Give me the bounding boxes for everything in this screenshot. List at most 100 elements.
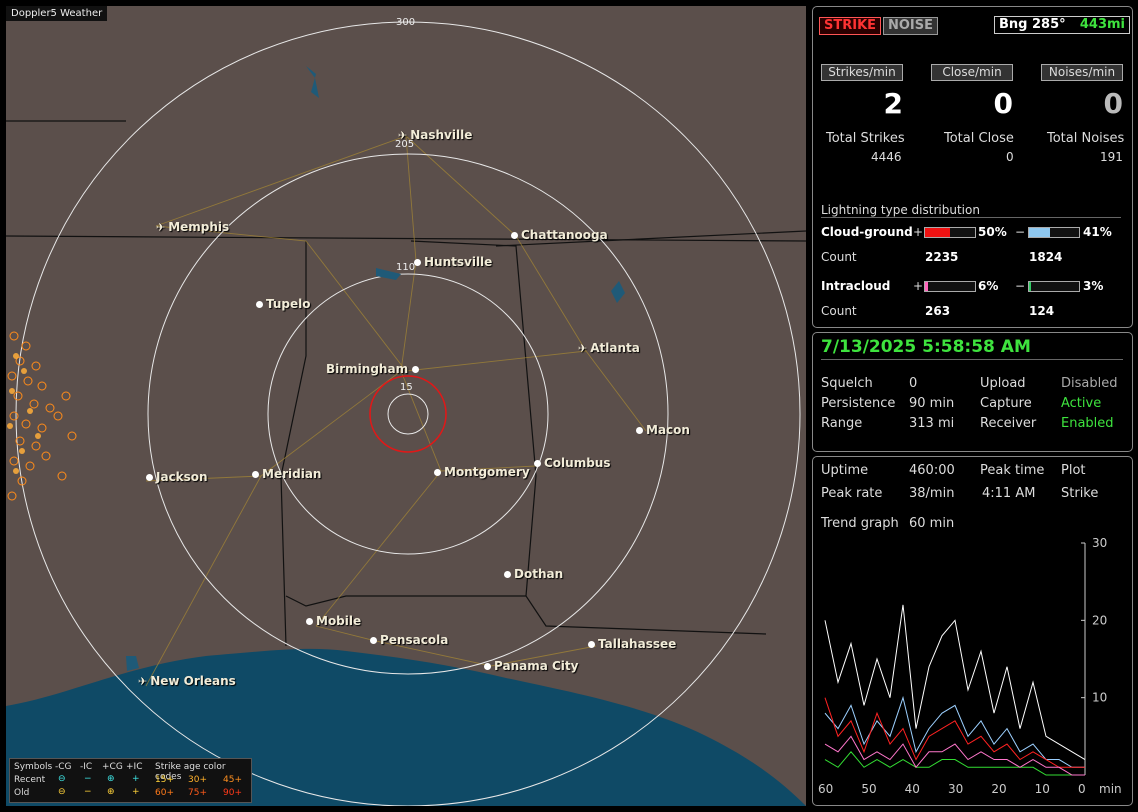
peak-rate-label: Peak rate	[821, 486, 883, 501]
squelch-value: 0	[909, 376, 918, 391]
cg-neg-pct: 41%	[1083, 225, 1112, 239]
cg-pos-count: 2235	[925, 250, 959, 264]
city-chattanooga: Chattanooga	[511, 228, 608, 242]
airport-icon: ✈	[398, 129, 408, 142]
range-label: Range	[821, 416, 863, 431]
city-huntsville: Huntsville	[414, 255, 492, 269]
city-label: Atlanta	[590, 341, 640, 355]
city-label: Dothan	[514, 567, 564, 581]
city-label: Tallahassee	[598, 637, 677, 651]
x-tick-label: 50	[861, 782, 876, 796]
bearing-value: Bng 285°	[999, 17, 1066, 32]
city-pensacola: Pensacola	[370, 633, 448, 647]
trend-value: 60 min	[909, 516, 955, 531]
cg-count-label: Count	[821, 250, 857, 264]
receiver-value: Enabled	[1061, 416, 1114, 431]
city-dot	[306, 618, 313, 625]
city-dothan: Dothan	[504, 567, 563, 581]
plot-value[interactable]: Strike	[1061, 486, 1098, 501]
map-background	[6, 21, 806, 806]
pos-ic-recent-icon: +	[132, 774, 140, 784]
city-meridian: Meridian	[252, 467, 321, 481]
distance-value: 443mi	[1079, 17, 1125, 32]
total-noises-value: 191	[1100, 150, 1123, 164]
age-45: 45+	[223, 775, 242, 785]
datetime: 7/13/2025 5:58:58 AM	[821, 337, 1123, 360]
trend-graph: 30 20 10 60 50 40 30 20 10 0 min	[818, 537, 1122, 796]
legend-neg-ic: -IC	[80, 762, 93, 772]
y-tick-label: 30	[1092, 537, 1107, 550]
plot-label: Plot	[1061, 463, 1086, 478]
cg-pos-pct: 50%	[978, 225, 1007, 239]
legend-old: Old	[14, 788, 30, 798]
total-strikes-label: Total Strikes	[826, 131, 905, 146]
pos-cg-recent-icon: ⊕	[107, 774, 115, 784]
strike-cluster	[7, 331, 77, 501]
city-memphis: ✈ Memphis	[156, 220, 229, 234]
airport-icon: ✈	[138, 675, 148, 688]
close-per-min-label[interactable]: Close/min	[931, 64, 1013, 81]
x-tick-label: 0	[1078, 782, 1086, 796]
city-panama-city: Panama City	[484, 659, 578, 673]
receiver-label: Receiver	[980, 416, 1037, 431]
noises-per-min-label[interactable]: Noises/min	[1041, 64, 1123, 81]
cg-neg-count: 1824	[1029, 250, 1063, 264]
persistence-value: 90 min	[909, 396, 955, 411]
city-dot	[588, 641, 595, 648]
age-15: 15+	[155, 775, 174, 785]
city-label: Pensacola	[380, 633, 449, 647]
distribution-title: Lightning type distribution	[821, 203, 1121, 218]
counts-panel: STRIKE NOISE Bng 285° 443mi Strikes/min …	[812, 6, 1133, 328]
ic-neg-count: 124	[1029, 304, 1055, 318]
ic-minus: −	[1015, 279, 1026, 293]
trend-label: Trend graph	[821, 516, 899, 531]
city-dot	[252, 471, 259, 478]
bearing-readout: Bng 285° 443mi	[994, 16, 1130, 34]
capture-label: Capture	[980, 396, 1032, 411]
city-label: Macon	[646, 423, 690, 437]
lightning-map[interactable]: Doppler5 Weather 300 205 110 15 ✈ Nashvil…	[6, 6, 806, 806]
neg-ic-old-icon: −	[84, 787, 92, 797]
ic-neg-fill	[1029, 282, 1031, 291]
age-75: 75+	[188, 788, 207, 798]
city-macon: Macon	[636, 423, 690, 437]
close-per-min-value: 0	[993, 87, 1013, 120]
x-tick-label: 20	[991, 782, 1006, 796]
city-dot	[412, 366, 420, 373]
pos-ic-old-icon: +	[132, 787, 140, 797]
range-value: 313 mi	[909, 416, 955, 431]
city-label: Columbus	[544, 456, 611, 470]
persistence-label: Persistence	[821, 396, 896, 411]
trend-series-line	[824, 751, 1085, 776]
neg-cg-recent-icon: ⊖	[58, 774, 66, 784]
cg-minus: −	[1015, 225, 1026, 239]
noise-button[interactable]: NOISE	[883, 17, 939, 35]
city-label: Huntsville	[424, 255, 493, 269]
city-dot	[146, 474, 153, 481]
strikes-per-min-label[interactable]: Strikes/min	[821, 64, 903, 81]
x-axis-label: min	[1099, 782, 1122, 796]
total-close-value: 0	[1006, 150, 1014, 164]
strike-button[interactable]: STRIKE	[819, 17, 882, 35]
city-dot	[256, 301, 263, 308]
noises-per-min-value: 0	[1103, 87, 1123, 120]
ic-neg-pct: 3%	[1083, 279, 1104, 293]
trend-series-line	[824, 695, 1085, 768]
ic-pos-fill	[925, 282, 928, 291]
ring-label-110: 110	[396, 262, 416, 273]
trend-series-line	[824, 697, 1085, 768]
legend-symbols: Symbols	[14, 762, 53, 772]
legend-neg-cg: -CG	[55, 762, 72, 772]
trend-panel: Uptime 460:00 Peak time Plot Peak rate 3…	[812, 456, 1133, 806]
strikes-per-min-value: 2	[883, 87, 903, 120]
app-title: Doppler5 Weather	[6, 6, 108, 21]
city-jackson: Jackson	[146, 470, 208, 484]
city-label: Memphis	[168, 220, 230, 234]
city-dot	[414, 259, 421, 266]
city-label: Panama City	[494, 659, 579, 673]
x-tick-label: 60	[818, 782, 833, 796]
x-tick-label: 30	[948, 782, 963, 796]
city-label: New Orleans	[150, 674, 236, 688]
city-dot	[636, 427, 643, 434]
total-close-label: Total Close	[944, 131, 1014, 146]
